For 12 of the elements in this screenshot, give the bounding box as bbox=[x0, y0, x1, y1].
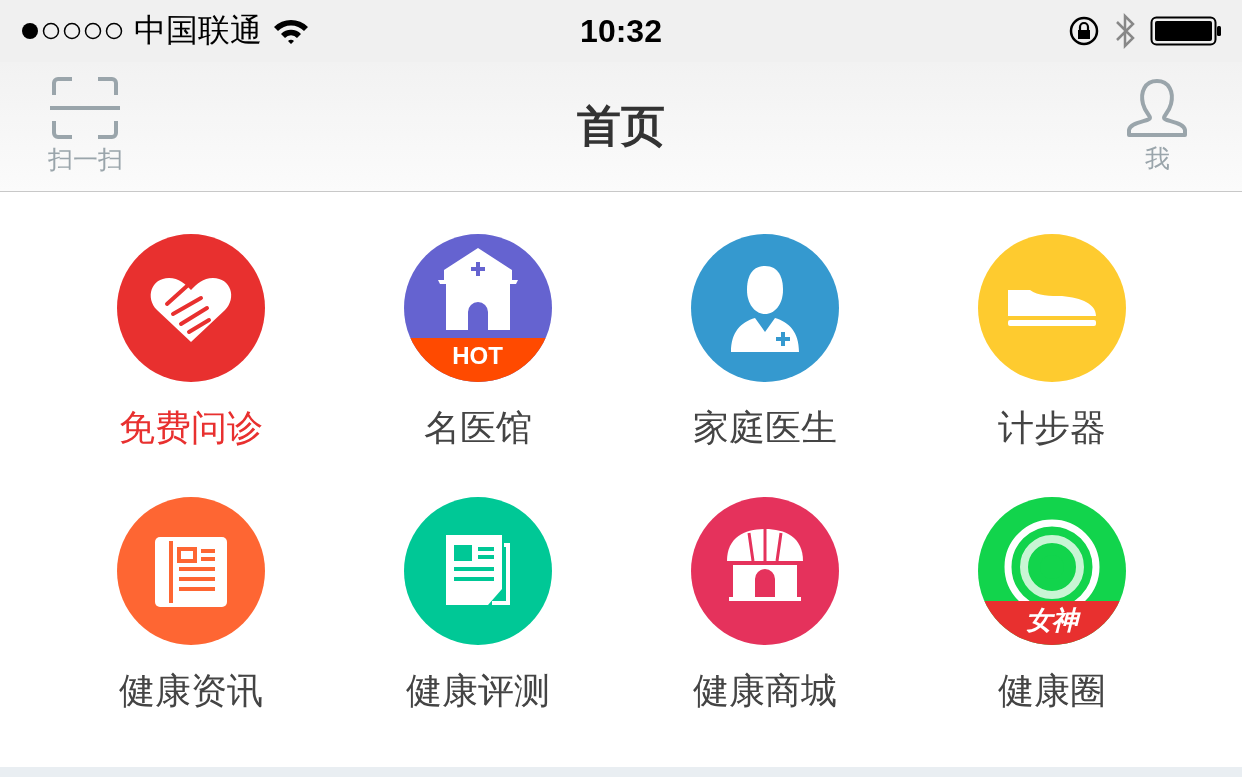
feature-button[interactable]: 计步器 bbox=[977, 234, 1126, 453]
feature-button[interactable]: 健康商城 bbox=[690, 497, 839, 716]
feature-button[interactable]: HOT 名医馆 bbox=[403, 234, 552, 453]
feature-button[interactable]: 健康资讯 bbox=[116, 497, 265, 716]
page-title: 首页 bbox=[577, 99, 665, 153]
status-time: 10:32 bbox=[580, 12, 662, 50]
feature-button[interactable]: 健康评测 bbox=[403, 497, 552, 716]
feature-button[interactable]: 女神 健康圈 bbox=[977, 497, 1126, 716]
carrier-name: 中国联通 bbox=[134, 10, 262, 51]
feature-button[interactable]: 家庭医生 bbox=[690, 234, 839, 453]
badge-label: HOT bbox=[452, 342, 503, 370]
feature-button[interactable]: 免费问诊 bbox=[116, 234, 265, 453]
